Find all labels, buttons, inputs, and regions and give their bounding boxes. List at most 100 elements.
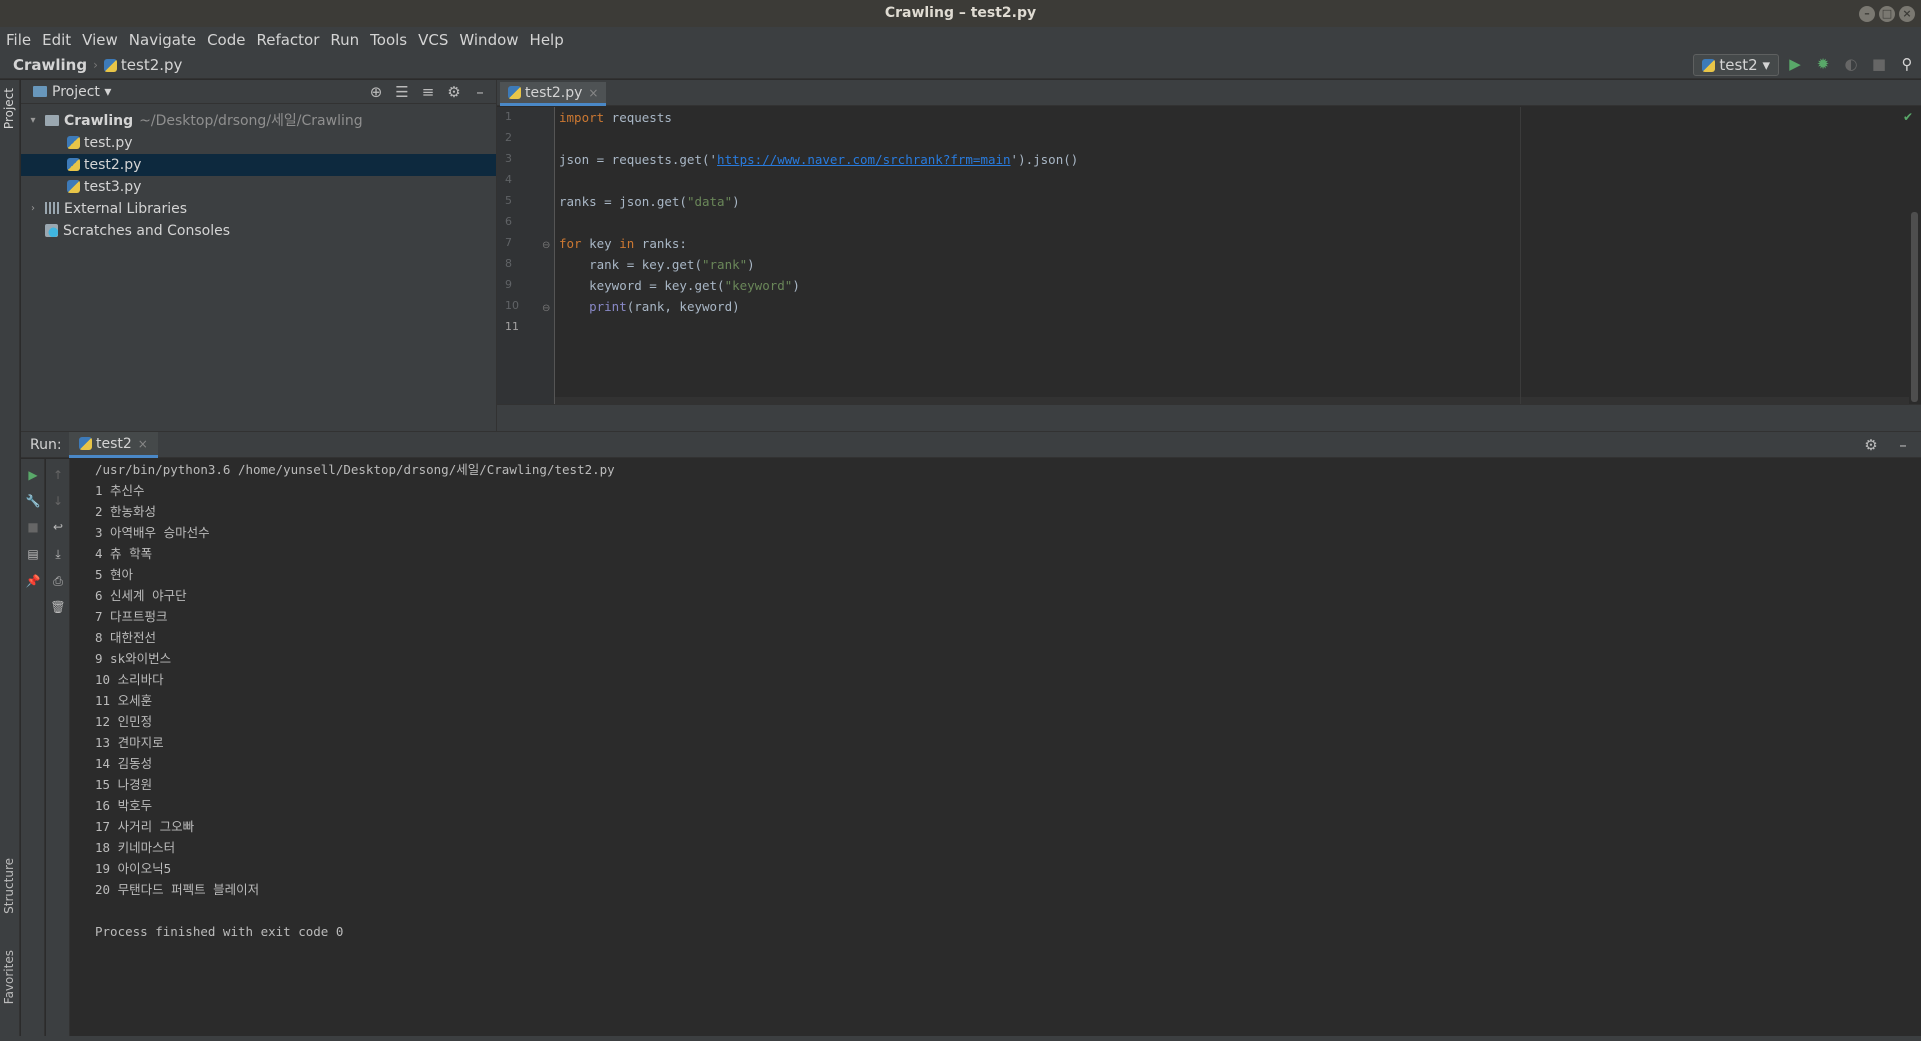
tree-item-test-py[interactable]: test.py — [21, 132, 496, 154]
menu-file[interactable]: File — [6, 31, 31, 49]
expand-all-icon[interactable]: ☰ — [394, 83, 410, 101]
close-tab-icon[interactable]: × — [138, 437, 148, 451]
menu-vcs[interactable]: VCS — [418, 31, 448, 49]
fold-icon[interactable]: ⊖ — [542, 240, 550, 251]
collapse-all-icon[interactable]: ≡ — [420, 83, 436, 101]
menu-edit[interactable]: Edit — [42, 31, 71, 49]
line-number: 3 — [505, 152, 512, 165]
console-exit-message: Process finished with exit code 0 — [95, 924, 344, 939]
python-file-icon — [79, 437, 92, 450]
console-line: 5 현아 — [95, 567, 134, 582]
code-editor: test2.py × 1 2 3 4 5 6 7 8 9 10 11 ⊖ ⊖ im… — [497, 80, 1921, 431]
run-tab-test2[interactable]: test2 × — [69, 432, 158, 458]
external-libraries-label: External Libraries — [64, 201, 187, 217]
arrow-up-icon[interactable]: ↑ — [50, 467, 66, 483]
minimize-icon[interactable]: – — [1859, 6, 1875, 22]
code-text: ) — [732, 194, 740, 209]
menu-view[interactable]: View — [82, 31, 118, 49]
breadcrumb-file[interactable]: test2.py — [121, 56, 183, 74]
code-line-8: rank = key.get("rank") — [559, 254, 755, 275]
console-line: 3 아역배우 승마선수 — [95, 525, 210, 540]
run-toolbar-secondary: ↑ ↓ ↩ ⤓ ⎙ 🗑 — [46, 459, 70, 1041]
code-text: json = requests.get(' — [559, 152, 718, 167]
arrow-down-icon[interactable]: ↓ — [50, 493, 66, 509]
maximize-icon[interactable]: □ — [1879, 6, 1895, 22]
close-tab-icon[interactable]: × — [588, 86, 598, 100]
code-builtin: print — [589, 299, 627, 314]
breadcrumb-separator-icon: › — [93, 58, 98, 72]
locate-file-icon[interactable]: ⊕ — [368, 83, 384, 101]
editor-tab-test2-py[interactable]: test2.py × — [500, 82, 607, 106]
close-icon[interactable]: × — [1899, 6, 1915, 22]
code-text: rank = key.get( — [559, 257, 702, 272]
run-tab-label: test2 — [96, 436, 132, 452]
left-tool-window-strip: Project Structure Favorites — [0, 80, 20, 1041]
menu-refactor[interactable]: Refactor — [256, 31, 319, 49]
console-line: 17 사거리 그오빠 — [95, 819, 195, 834]
run-configuration-select[interactable]: test2 ▾ — [1693, 54, 1779, 76]
menu-code[interactable]: Code — [207, 31, 245, 49]
console-line: 19 아이오닉5 — [95, 861, 172, 876]
scroll-to-end-icon[interactable]: ⤓ — [50, 546, 66, 562]
console-line: 1 추신수 — [95, 483, 145, 498]
menu-run[interactable]: Run — [330, 31, 359, 49]
stop-icon[interactable]: ■ — [25, 519, 41, 535]
stop-icon[interactable]: ■ — [1871, 55, 1887, 73]
code-text: ) — [747, 257, 755, 272]
chevron-down-icon[interactable]: ▾ — [27, 110, 39, 132]
print-icon[interactable]: ⎙ — [50, 573, 66, 589]
console-line: 6 신세계 야구단 — [95, 588, 187, 603]
tree-item-scratches[interactable]: Scratches and Consoles — [21, 220, 496, 242]
code-text: keyword = key.get( — [559, 278, 725, 293]
scrollbar-thumb[interactable] — [1911, 212, 1918, 402]
editor-bottom-bar — [497, 404, 1921, 431]
editor-tab-bar: test2.py × — [497, 80, 1921, 106]
code-string: "data" — [686, 194, 733, 209]
fold-icon[interactable]: ⊖ — [542, 303, 550, 314]
scratches-icon — [45, 224, 58, 237]
menu-help[interactable]: Help — [530, 31, 564, 49]
tree-item-test3-py[interactable]: test3.py — [21, 176, 496, 198]
chevron-right-icon[interactable]: › — [27, 198, 39, 220]
hide-panel-icon[interactable]: – — [472, 83, 488, 101]
rerun-icon[interactable]: ▶ — [25, 467, 41, 483]
search-icon[interactable]: ⚲ — [1899, 55, 1915, 73]
run-with-coverage-icon[interactable]: ◐ — [1843, 55, 1859, 73]
favorites-tool-tab[interactable]: Favorites — [2, 950, 16, 1004]
console-line: 20 무탠다드 퍼펙트 블레이저 — [95, 882, 260, 897]
debug-icon[interactable]: ✹ — [1815, 55, 1831, 73]
code-keyword: in — [619, 236, 635, 251]
tree-item-crawling[interactable]: ▾ Crawling ~/Desktop/drsong/세일/Crawling — [21, 110, 496, 132]
structure-tool-tab[interactable]: Structure — [2, 858, 16, 914]
project-view-select[interactable]: Project ▾ — [52, 84, 111, 100]
project-tool-tab[interactable]: Project — [2, 88, 16, 129]
project-tree: ▾ Crawling ~/Desktop/drsong/세일/Crawling t… — [21, 104, 496, 242]
line-number-current: 11 — [505, 320, 519, 333]
code-url-link[interactable]: https://www.naver.com/srchrank?frm=main — [717, 152, 1011, 167]
gear-icon[interactable]: ⚙ — [1863, 436, 1879, 454]
editor-scrollbar[interactable] — [1909, 107, 1921, 404]
run-panel-tools: ⚙ – — [1863, 436, 1911, 454]
trash-icon[interactable]: 🗑 — [50, 599, 66, 615]
project-root-path: ~/Desktop/drsong/세일/Crawling — [139, 113, 363, 129]
code-string: "keyword" — [724, 278, 793, 293]
scratches-label: Scratches and Consoles — [63, 223, 230, 239]
window-title: Crawling – test2.py — [884, 5, 1037, 21]
wrench-icon[interactable]: 🔧 — [25, 493, 41, 509]
tree-item-test2-py[interactable]: test2.py — [21, 154, 496, 176]
soft-wrap-icon[interactable]: ↩ — [50, 519, 66, 535]
console-line: 2 한농화성 — [95, 504, 157, 519]
menu-window[interactable]: Window — [459, 31, 518, 49]
tree-item-external-libraries[interactable]: › External Libraries — [21, 198, 496, 220]
breadcrumb-project[interactable]: Crawling — [13, 56, 87, 74]
hide-panel-icon[interactable]: – — [1895, 436, 1911, 454]
menu-tools[interactable]: Tools — [370, 31, 407, 49]
folder-icon — [45, 115, 59, 126]
layout-icon[interactable]: ▤ — [25, 546, 41, 562]
menu-navigate[interactable]: Navigate — [129, 31, 196, 49]
code-line-3: json = requests.get('https://www.naver.c… — [559, 149, 1078, 170]
gear-icon[interactable]: ⚙ — [446, 83, 462, 101]
run-icon[interactable]: ▶ — [1787, 55, 1803, 73]
pin-icon[interactable]: 📌 — [25, 573, 41, 589]
code-text: (rank, keyword) — [626, 299, 740, 314]
